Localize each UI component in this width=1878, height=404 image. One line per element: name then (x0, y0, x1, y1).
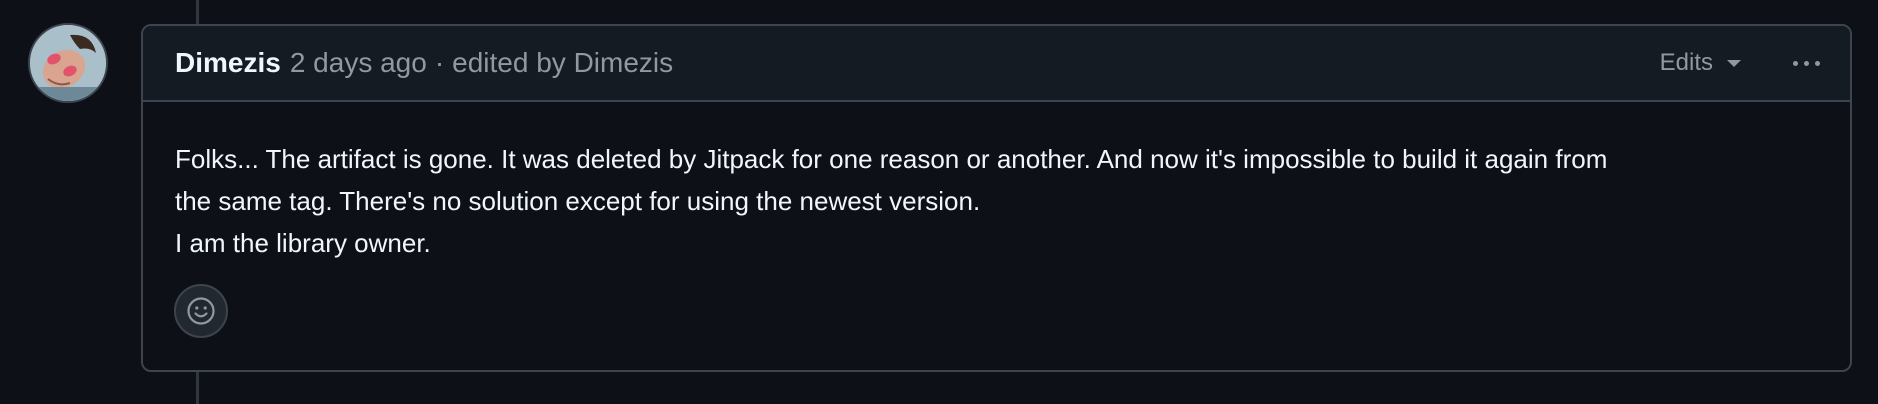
comment-body-line: Folks... The artifact is gone. It was de… (175, 144, 1608, 174)
author-link[interactable]: Dimezis (175, 47, 281, 79)
kebab-dot (1793, 60, 1798, 66)
comment-body: Folks... The artifact is gone. It was de… (143, 102, 1850, 264)
kebab-horizontal-icon[interactable] (1793, 55, 1820, 72)
comment-meta: Dimezis 2 days ago · edited by Dimezis (175, 47, 673, 79)
comment-header: Dimezis 2 days ago · edited by Dimezis E… (143, 26, 1850, 102)
edits-dropdown-button[interactable]: Edits (1660, 49, 1741, 77)
comment-timestamp-link[interactable]: 2 days ago (290, 47, 427, 79)
comment-actions: Edits (1660, 49, 1820, 77)
comment-body-line: I am the library owner. (175, 228, 431, 258)
edits-label: Edits (1659, 49, 1713, 76)
add-reaction-button[interactable] (174, 284, 228, 338)
comment-box: Dimezis 2 days ago · edited by Dimezis E… (141, 24, 1852, 372)
avatar[interactable] (28, 23, 108, 103)
kebab-dot (1804, 60, 1809, 66)
smiley-icon (187, 297, 215, 325)
meta-separator: · (434, 47, 445, 78)
triangle-down-icon (1727, 59, 1741, 67)
kebab-dot (1815, 60, 1820, 66)
edited-by-text: edited by Dimezis (452, 47, 674, 78)
timeline-comment-stage: Dimezis 2 days ago · edited by Dimezis E… (0, 0, 1878, 404)
avatar-image (30, 25, 106, 101)
comment-body-line: the same tag. There's no solution except… (175, 186, 981, 216)
